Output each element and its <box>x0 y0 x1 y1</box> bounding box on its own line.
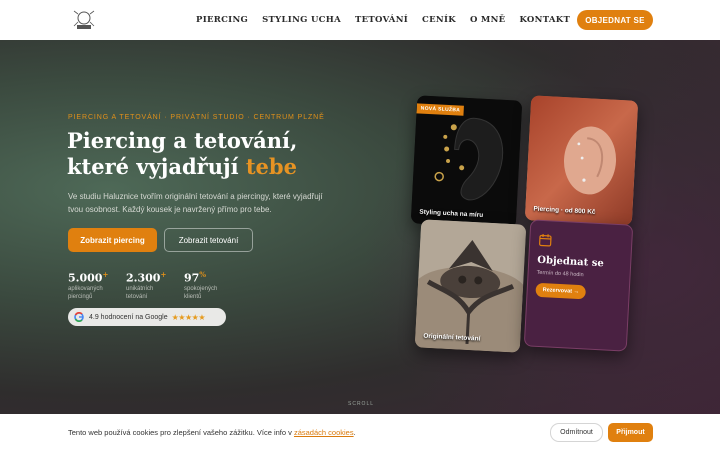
nav-link-o-mne[interactable]: O MNĚ <box>470 15 506 25</box>
cookie-accept-button[interactable]: Přijmout <box>608 423 653 442</box>
hero-cards: NOVÁ SLUŽBA Styling ucha na míru Piercin… <box>0 40 720 414</box>
cookie-text-after: . <box>353 428 356 437</box>
calendar-icon <box>539 234 552 247</box>
nav-link-kontakt[interactable]: KONTAKT <box>519 15 570 25</box>
cookie-bar: Tento web používá cookies pro zlepšení v… <box>0 414 720 450</box>
hero-section: PIERCING A TETOVÁNÍ · PRIVÁTNÍ STUDIO · … <box>0 40 720 414</box>
book-button[interactable]: OBJEDNAT SE <box>577 10 653 30</box>
nav-link-tetovani[interactable]: TETOVÁNÍ <box>355 15 408 25</box>
cookie-decline-button[interactable]: Odmítnout <box>550 423 603 442</box>
nav-link-piercing[interactable]: PIERCING <box>196 15 248 25</box>
main-menu: PIERCING STYLING UCHA TETOVÁNÍ CENÍK O M… <box>196 0 584 40</box>
card-tattoo[interactable]: Originální tetování <box>414 219 527 353</box>
cookie-policy-link[interactable]: zásadách cookies <box>294 428 354 437</box>
card-booking[interactable]: Objednat se Termín do 48 hodin Rezervova… <box>523 219 634 352</box>
booking-title: Objednat se <box>536 254 604 270</box>
scroll-indicator[interactable]: SCROLL <box>348 401 374 407</box>
nav-link-styling-ucha[interactable]: STYLING UCHA <box>262 15 341 25</box>
studio-logo[interactable] <box>72 8 96 32</box>
booking-subtitle: Termín do 48 hodin <box>536 269 584 279</box>
nav-link-cenik[interactable]: CENÍK <box>422 15 456 25</box>
card-piercing[interactable]: Piercing · od 800 Kč <box>524 95 639 226</box>
reserve-button[interactable]: Rezervovat → <box>535 282 587 300</box>
cookie-text-before: Tento web používá cookies pro zlepšení v… <box>68 428 294 437</box>
card-ear-styling[interactable]: NOVÁ SLUŽBA Styling ucha na míru <box>410 95 523 229</box>
cookie-text: Tento web používá cookies pro zlepšení v… <box>68 428 356 437</box>
top-nav: PIERCING STYLING UCHA TETOVÁNÍ CENÍK O M… <box>0 0 720 40</box>
